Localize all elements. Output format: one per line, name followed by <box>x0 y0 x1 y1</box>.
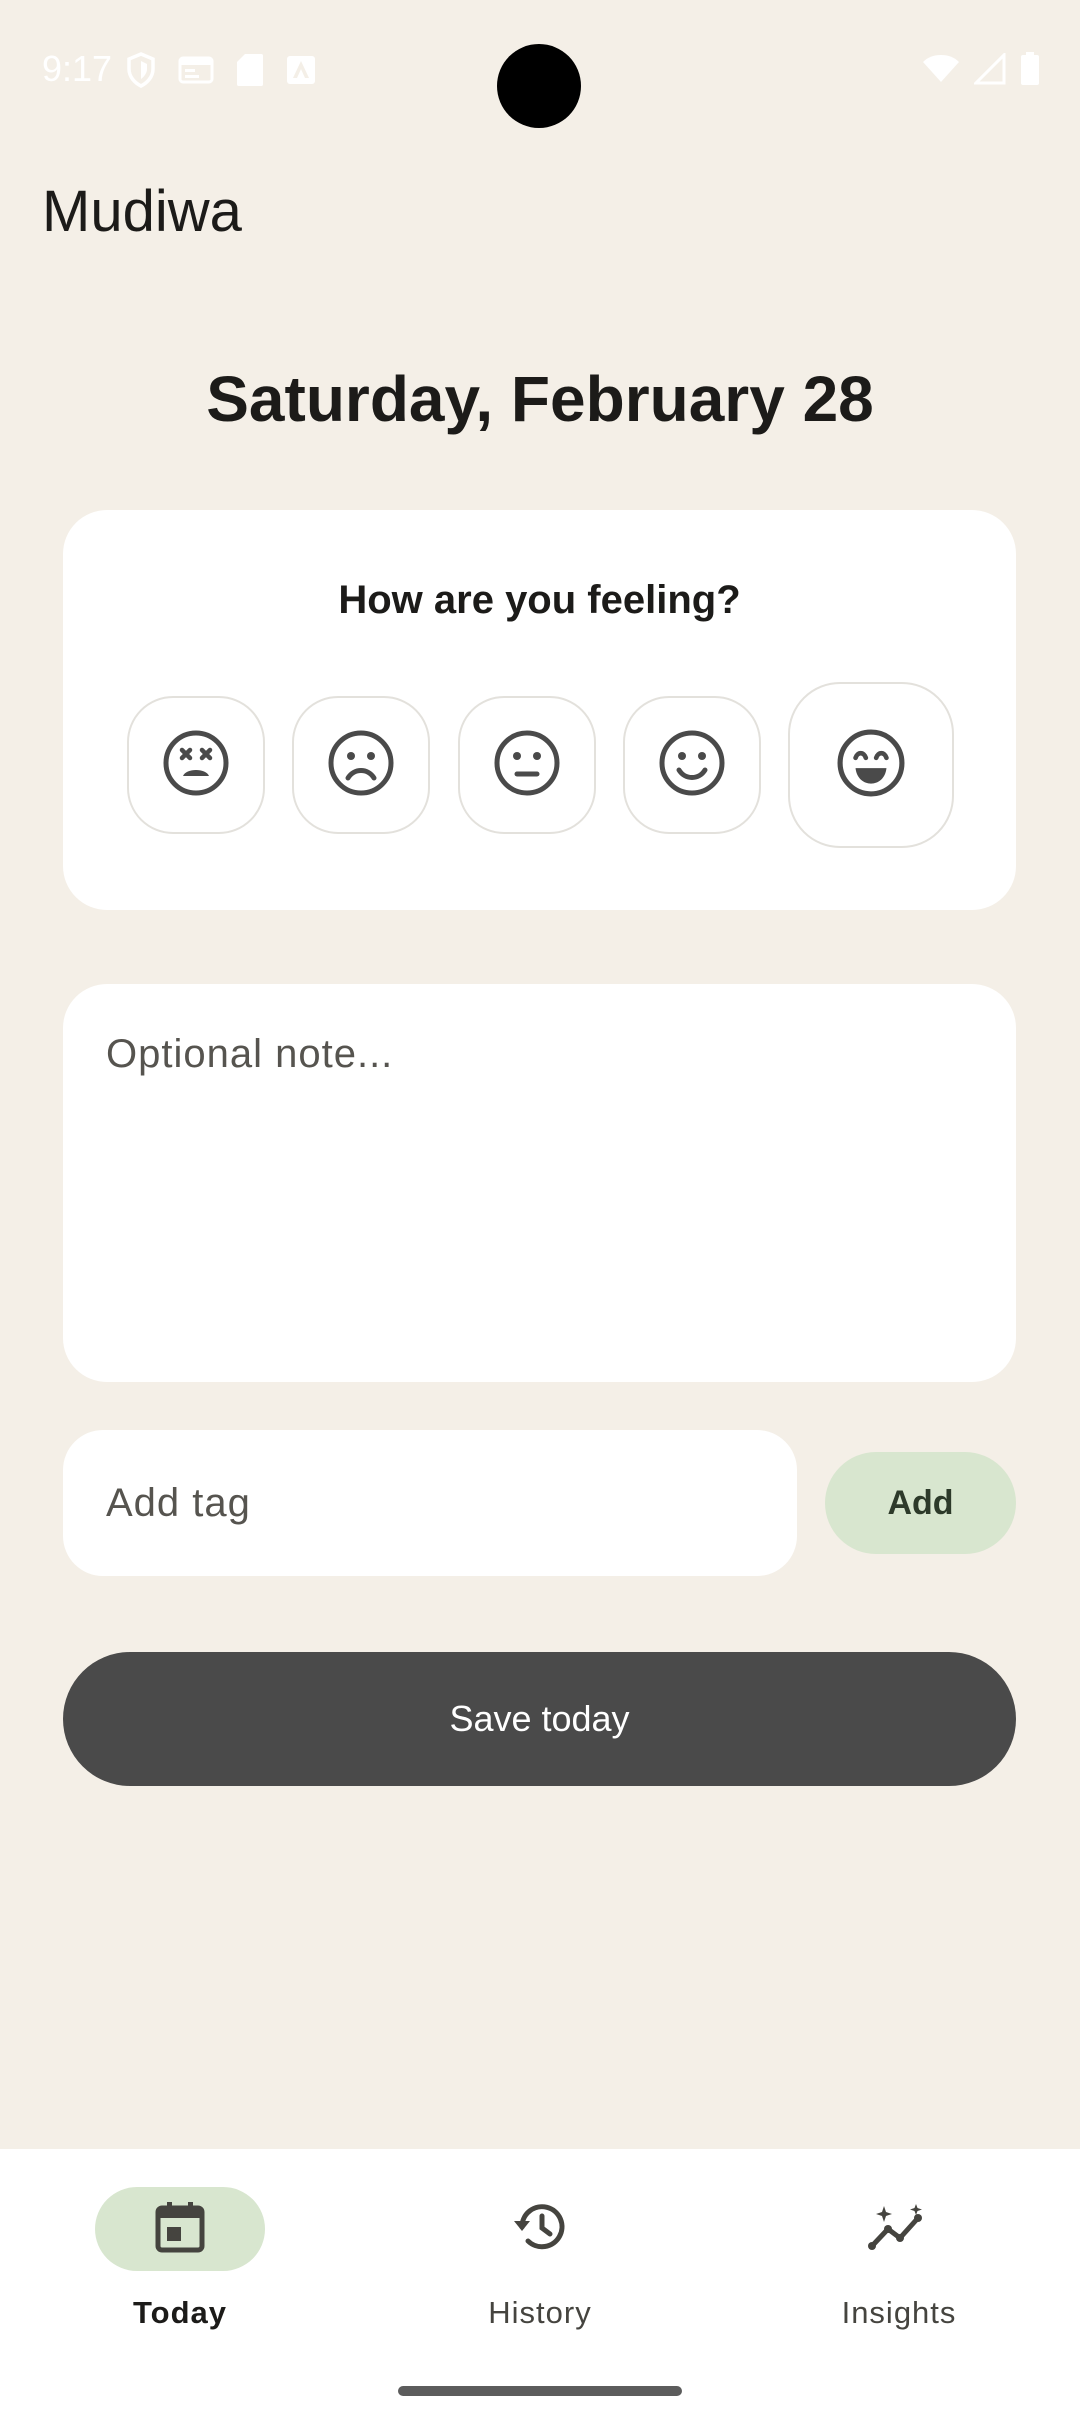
nav-label-today: Today <box>133 2295 227 2330</box>
nav-label-insights: Insights <box>841 2295 957 2330</box>
dizzy-face-icon <box>163 730 229 801</box>
note-field[interactable] <box>63 984 1016 1382</box>
nav-indicator-insights <box>814 2187 984 2271</box>
sad-face-icon <box>328 730 394 801</box>
grin-face-icon <box>837 729 905 802</box>
mood-option-bad[interactable] <box>292 696 430 834</box>
status-icons-right <box>922 51 1040 91</box>
neutral-face-icon <box>494 730 560 801</box>
calendar-icon <box>154 2200 206 2259</box>
status-time: 9:17 <box>42 48 113 89</box>
nav-item-today[interactable]: Today <box>41 2187 341 2347</box>
mood-option-good[interactable] <box>623 696 761 834</box>
app-store-icon <box>286 55 316 90</box>
mood-option-neutral[interactable] <box>458 696 596 834</box>
wifi-icon <box>922 54 960 89</box>
mood-option-very-bad[interactable] <box>127 696 265 834</box>
gesture-handle[interactable] <box>398 2386 682 2396</box>
app-title: Mudiwa <box>42 179 242 244</box>
date-heading: Saturday, February 28 <box>206 363 874 435</box>
tag-input[interactable] <box>63 1430 797 1576</box>
sd-card-icon <box>236 53 264 92</box>
cell-signal-icon <box>972 51 1006 90</box>
mood-option-great[interactable] <box>788 682 954 848</box>
save-today-button[interactable]: Save today <box>63 1652 1016 1786</box>
add-tag-button[interactable]: Add <box>825 1452 1016 1554</box>
history-icon <box>512 2201 568 2258</box>
nav-label-history: History <box>488 2295 592 2330</box>
browser-icon <box>178 55 214 90</box>
app-screen: 9:17 Mudiwa Saturday, February 28 How ar… <box>0 0 1080 2424</box>
status-icons-left <box>126 52 316 93</box>
bottom-navigation: Today History Insights <box>0 2149 1080 2424</box>
nav-item-insights[interactable]: Insights <box>760 2187 1060 2347</box>
status-bar: 9:17 <box>0 0 1080 140</box>
insights-icon <box>868 2202 930 2257</box>
mood-question: How are you feeling? <box>338 578 741 622</box>
smile-face-icon <box>659 730 725 801</box>
mood-card: How are you feeling? <box>63 510 1016 910</box>
camera-cutout <box>497 44 581 128</box>
nav-item-history[interactable]: History <box>401 2187 701 2347</box>
nav-indicator-today <box>95 2187 265 2271</box>
battery-icon <box>1020 52 1040 91</box>
nav-indicator-history <box>455 2187 625 2271</box>
shield-icon <box>126 52 156 93</box>
